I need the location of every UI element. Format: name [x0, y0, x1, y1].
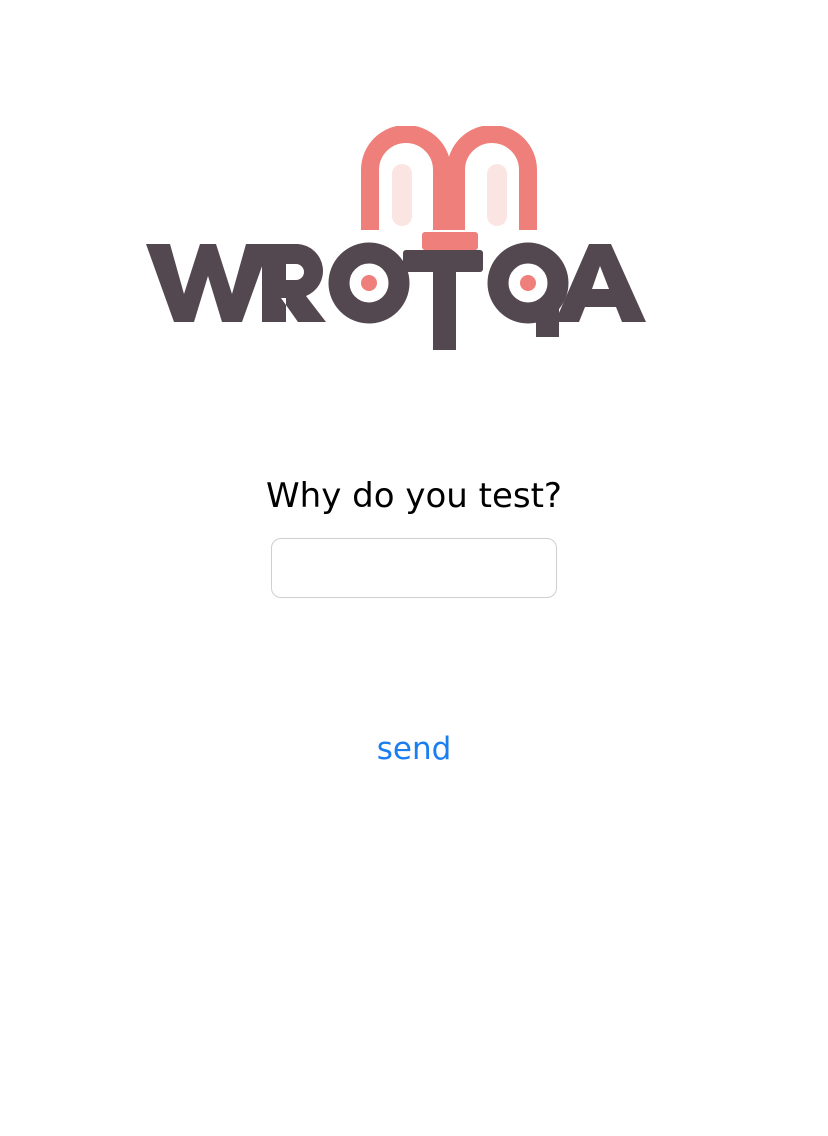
question-label: Why do you test?: [266, 476, 562, 516]
logo-letter-r: [262, 244, 326, 322]
app-screen: Why do you test? send: [0, 0, 828, 1136]
logo-letter-t: [403, 250, 483, 350]
bunny-ears: [361, 126, 537, 250]
logo-letter-a: [555, 244, 646, 322]
logo-letter-w: [146, 244, 270, 322]
send-button[interactable]: send: [314, 726, 514, 772]
wrotqa-logo: [140, 126, 652, 356]
logo-letter-q: [487, 242, 569, 337]
bunny-logo-graphic: [146, 126, 646, 350]
answer-input[interactable]: [271, 538, 557, 598]
